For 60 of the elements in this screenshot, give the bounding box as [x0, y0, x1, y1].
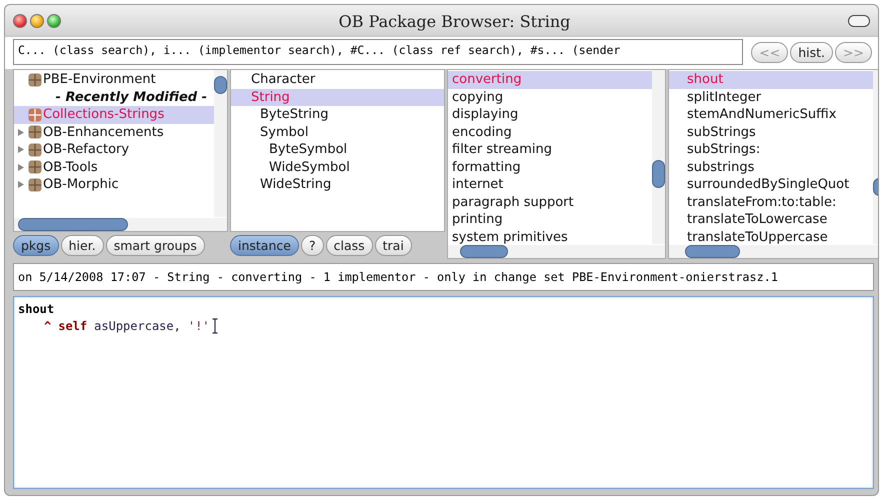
code-token: ^: [44, 318, 52, 332]
method-item[interactable]: stemAndNumericSuffix: [687, 107, 836, 122]
method-item[interactable]: splitInteger: [687, 90, 762, 105]
package-item[interactable]: PBE-Environment: [43, 72, 156, 88]
collapse-icon[interactable]: [848, 15, 870, 27]
class-item[interactable]: WideString: [260, 177, 332, 192]
code-editor[interactable]: shout ^ self asUppercase, '!': [13, 296, 874, 489]
code-token: asUppercase,: [94, 318, 181, 332]
protocol-item[interactable]: system primitives: [452, 230, 568, 245]
side-toggle-button[interactable]: ?: [300, 235, 324, 256]
code-token: self: [58, 318, 88, 332]
minimize-icon[interactable]: [30, 14, 44, 28]
class-item[interactable]: WideSymbol: [269, 160, 350, 175]
method-item[interactable]: subStrings:: [687, 142, 760, 158]
section-header: - Recently Modified -: [56, 90, 207, 105]
class-item[interactable]: ByteSymbol: [269, 142, 348, 158]
code-token: shout: [18, 302, 54, 316]
side-toggle-button[interactable]: trai: [374, 235, 412, 256]
window-title: OB Package Browser: String: [338, 12, 572, 30]
method-item[interactable]: surroundedBySingleQuot: [687, 177, 850, 192]
package-item[interactable]: OB-Morphic: [43, 177, 119, 192]
view-toggle-button[interactable]: smart groups: [106, 235, 205, 256]
method-item[interactable]: translateToUppercase: [687, 230, 828, 245]
package-item[interactable]: OB-Enhancements: [43, 124, 164, 140]
method-item[interactable]: translateToLowercase: [687, 212, 828, 228]
side-toggle-button[interactable]: class: [326, 235, 373, 256]
class-item[interactable]: ByteString: [260, 107, 329, 122]
expand-triangle-icon[interactable]: [17, 162, 25, 172]
protocol-item[interactable]: formatting: [452, 160, 521, 175]
horizontal-scrollbar[interactable]: [669, 245, 878, 258]
view-toggle-button[interactable]: pkgs: [13, 235, 59, 256]
history-button[interactable]: hist.: [790, 42, 834, 62]
vertical-scrollbar[interactable]: [652, 70, 665, 244]
expand-triangle-icon[interactable]: [17, 128, 25, 137]
protocol-item[interactable]: paragraph support: [452, 194, 574, 210]
method-item[interactable]: translateFrom:to:table:: [687, 194, 836, 210]
horizontal-scrollbar[interactable]: [14, 218, 227, 231]
view-toggle-button[interactable]: hier.: [60, 235, 104, 256]
method-item[interactable]: substrings: [687, 160, 754, 175]
search-field[interactable]: C... (class search), i... (implementor search), #C... (class ref search), #s... (sender: [13, 39, 744, 65]
protocol-item[interactable]: copying: [452, 90, 504, 105]
method-item[interactable]: subStrings: [687, 124, 756, 140]
class-item[interactable]: Character: [251, 72, 316, 88]
zoom-icon[interactable]: [47, 14, 61, 28]
horizontal-scrollbar[interactable]: [448, 245, 665, 258]
protocol-item[interactable]: printing: [452, 212, 503, 228]
expand-triangle-icon[interactable]: [17, 145, 25, 154]
protocol-item[interactable]: internet: [452, 177, 504, 192]
close-icon[interactable]: [13, 14, 27, 28]
expand-triangle-icon[interactable]: [17, 180, 25, 190]
class-item[interactable]: Symbol: [260, 124, 308, 140]
code-token: '!': [188, 318, 210, 332]
package-item[interactable]: OB-Tools: [43, 160, 98, 175]
package-item[interactable]: OB-Refactory: [43, 142, 130, 158]
text-cursor-icon: [212, 318, 218, 334]
protocol-item[interactable]: displaying: [452, 107, 518, 122]
side-toggle-button[interactable]: instance: [230, 235, 299, 256]
protocol-item[interactable]: filter streaming: [452, 142, 552, 158]
protocol-item[interactable]: encoding: [452, 124, 512, 140]
vertical-scrollbar[interactable]: [214, 70, 227, 217]
